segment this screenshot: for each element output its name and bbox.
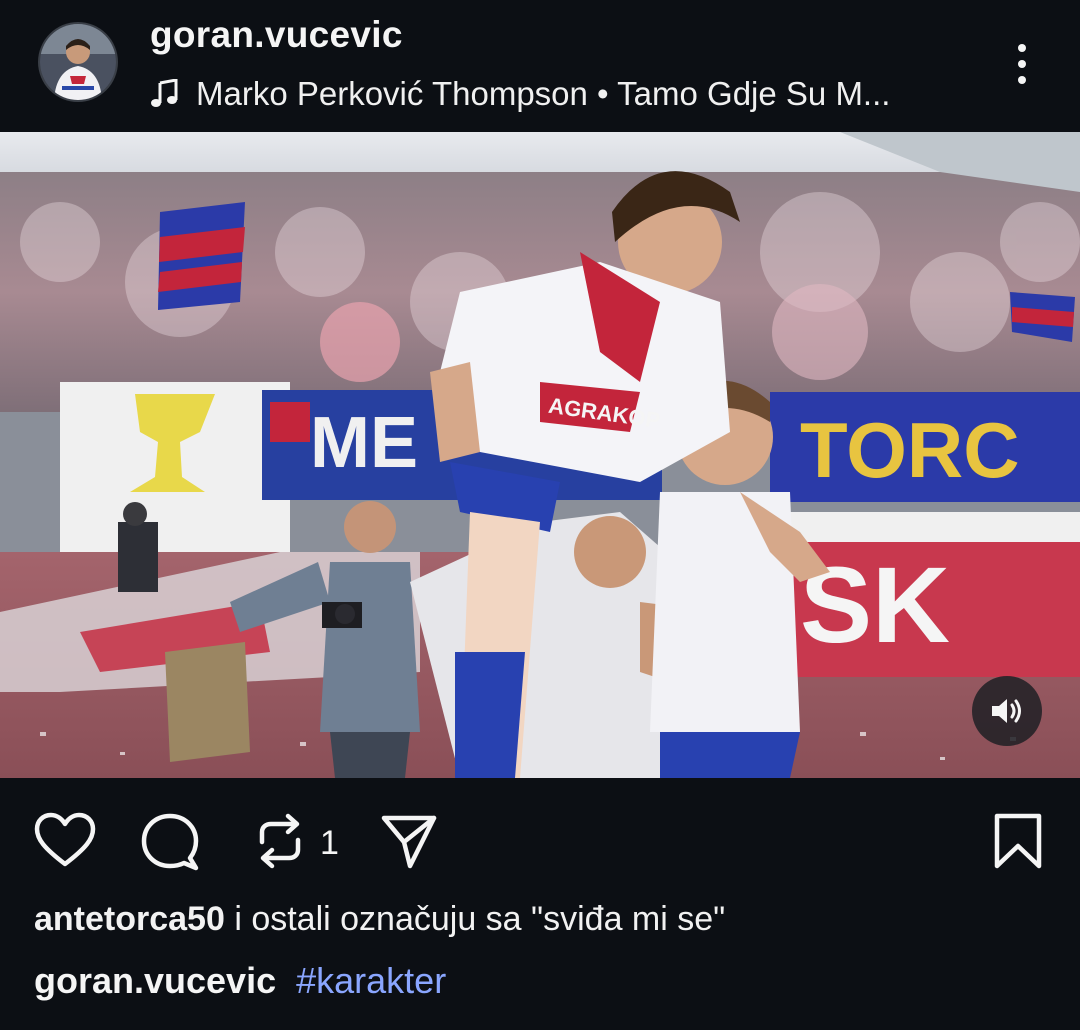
comment-icon: [140, 812, 200, 877]
audio-track[interactable]: Marko Perković Thompson • Tamo Gdje Su M…: [150, 72, 890, 116]
comment-button[interactable]: [140, 812, 200, 877]
post-header: goran.vucevic Marko Perković Thompson • …: [0, 0, 1080, 132]
repost-count: 1: [320, 824, 339, 862]
caption-author[interactable]: goran.vucevic: [34, 960, 276, 1001]
sound-toggle-button[interactable]: [972, 676, 1042, 746]
photo: ME TORC SK AGRAKOP: [0, 132, 1080, 778]
audio-track-label: Marko Perković Thompson • Tamo Gdje Su M…: [196, 75, 891, 112]
username[interactable]: goran.vucevic: [150, 14, 403, 56]
post-media[interactable]: ME TORC SK AGRAKOP: [0, 132, 1080, 778]
music-note-icon: [150, 79, 180, 109]
likes-text: i ostali označuju sa "sviđa mi se": [224, 900, 726, 938]
more-dot: [1018, 60, 1026, 68]
heart-icon: [34, 812, 96, 873]
send-icon: [380, 812, 438, 875]
liker-username[interactable]: antetorca50: [34, 900, 225, 938]
like-button[interactable]: [34, 812, 96, 873]
caption-hashtag[interactable]: #karakter: [296, 960, 446, 1001]
more-dot: [1018, 76, 1026, 84]
save-button[interactable]: [992, 812, 1044, 875]
repost-button[interactable]: 1: [254, 812, 339, 875]
action-bar: 1: [0, 778, 1080, 898]
caption: goran.vucevic #karakter: [34, 960, 446, 1002]
more-options-button[interactable]: [1002, 40, 1042, 88]
likes-summary[interactable]: antetorca50 i ostali označuju sa "sviđa …: [34, 900, 725, 939]
svg-text:ME: ME: [310, 403, 418, 483]
banner-text: TORC: [800, 406, 1020, 494]
avatar[interactable]: [40, 24, 116, 100]
share-button[interactable]: [380, 812, 438, 875]
repost-icon: [254, 812, 306, 875]
bookmark-icon: [992, 812, 1044, 875]
post: goran.vucevic Marko Perković Thompson • …: [0, 0, 1080, 1030]
volume-icon: [990, 696, 1024, 726]
more-vertical-icon: [1018, 44, 1026, 52]
